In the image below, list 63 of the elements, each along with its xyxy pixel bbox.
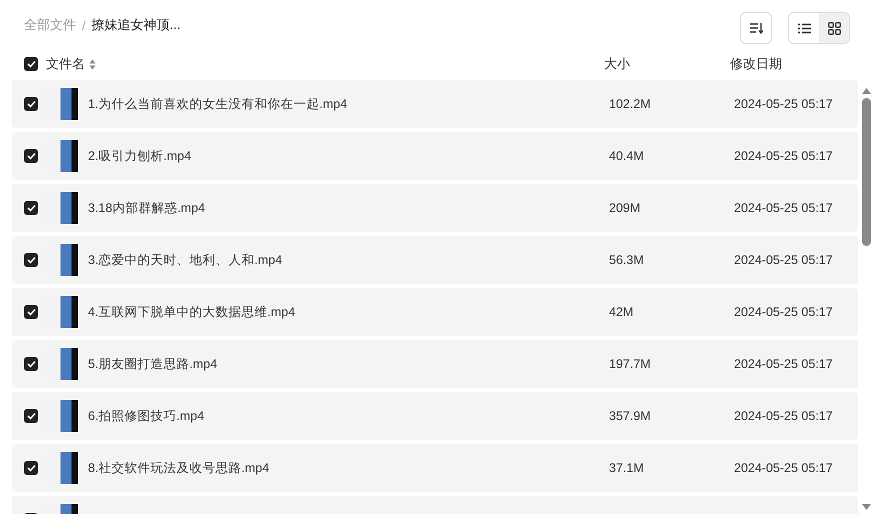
row-checkbox[interactable] <box>24 149 38 163</box>
file-row[interactable]: 1.为什么当前喜欢的女生没有和你在一起.mp4 102.2M 2024-05-25 05:17 <box>12 80 858 128</box>
check-icon <box>26 60 36 68</box>
file-size: 37.1M <box>609 461 645 475</box>
sort-arrows-icon[interactable] <box>89 58 96 70</box>
file-size: 56.3M <box>609 253 645 267</box>
modified-date: 2024-05-25 05:17 <box>734 357 834 371</box>
scroll-down-icon[interactable] <box>862 504 870 510</box>
modified-date: 2024-05-25 05:17 <box>734 201 834 215</box>
list-icon <box>798 22 810 34</box>
file-row[interactable]: 4.互联网下脱单中的大数据思维.mp4 42M 2024-05-25 05:17 <box>12 288 858 336</box>
sort-icon <box>749 22 763 34</box>
file-size: 209M <box>609 201 642 215</box>
column-header[interactable]: 文件名 <box>46 55 85 73</box>
file-name: 4.互联网下脱单中的大数据思维.mp4 <box>88 304 296 320</box>
row-checkbox[interactable] <box>24 461 38 475</box>
row-checkbox[interactable] <box>24 357 38 371</box>
file-row[interactable]: 6.拍照修图技巧.mp4 357.9M 2024-05-25 05:17 <box>12 392 858 440</box>
file-name: 3.18内部群解惑.mp4 <box>88 200 206 216</box>
check-icon <box>26 464 36 472</box>
row-checkbox[interactable] <box>24 305 38 319</box>
modified-date: 2024-05-25 05:17 <box>734 253 834 267</box>
modified-date: 2024-05-25 05:17 <box>734 97 834 111</box>
modified-date: 2024-05-25 05:17 <box>734 305 834 319</box>
file-row[interactable]: 3.恋爱中的天时、地利、人和.mp4 56.3M 2024-05-25 05:17 <box>12 236 858 284</box>
check-icon <box>26 152 36 160</box>
scroll-up-icon[interactable] <box>862 88 870 94</box>
file-name: 3.恋爱中的天时、地利、人和.mp4 <box>88 252 282 268</box>
file-name: 2.吸引力刨析.mp4 <box>88 148 192 164</box>
check-icon <box>26 412 36 420</box>
file-row[interactable]: 8.社交软件玩法及收号思路.mp4 37.1M 2024-05-25 05:17 <box>12 444 858 492</box>
check-icon <box>26 100 36 108</box>
file-row[interactable]: 5.朋友圈打造思路.mp4 197.7M 2024-05-25 05:17 <box>12 340 858 388</box>
file-size: 42M <box>609 305 634 319</box>
breadcrumb-separator: / <box>82 18 86 32</box>
select-all-checkbox[interactable] <box>24 57 38 71</box>
check-icon <box>26 204 36 212</box>
check-icon <box>26 360 36 368</box>
row-checkbox[interactable] <box>24 253 38 267</box>
modified-date: 2024-05-25 05:17 <box>734 461 834 475</box>
file-row[interactable]: 2.吸引力刨析.mp4 40.4M 2024-05-25 05:17 <box>12 132 858 180</box>
file-size: 197.7M <box>609 357 652 371</box>
file-size: 357.9M <box>609 409 652 423</box>
sort-button[interactable] <box>740 12 772 44</box>
file-name: 6.拍照修图技巧.mp4 <box>88 408 204 424</box>
column-header[interactable]: 修改日期 <box>730 55 850 73</box>
scrollbar-thumb[interactable] <box>862 98 870 246</box>
modified-date: 2024-05-25 05:17 <box>734 149 834 163</box>
column-header[interactable]: 大小 <box>604 55 730 73</box>
row-checkbox[interactable] <box>24 97 38 111</box>
file-name: 5.朋友圈打造思路.mp4 <box>88 356 218 372</box>
row-checkbox[interactable] <box>24 409 38 423</box>
check-icon <box>26 256 36 264</box>
modified-date: 2024-05-25 05:17 <box>734 409 834 423</box>
check-icon <box>26 308 36 316</box>
grid-view-button[interactable] <box>819 13 849 43</box>
file-name: 8.社交软件玩法及收号思路.mp4 <box>88 460 270 476</box>
file-name: 1.为什么当前喜欢的女生没有和你在一起.mp4 <box>88 96 348 112</box>
file-size: 102.2M <box>609 97 652 111</box>
row-checkbox[interactable] <box>24 201 38 215</box>
file-row[interactable]: 3.18内部群解惑.mp4 209M 2024-05-25 05:17 <box>12 184 858 232</box>
grid-icon <box>828 22 840 34</box>
file-size: 40.4M <box>609 149 645 163</box>
